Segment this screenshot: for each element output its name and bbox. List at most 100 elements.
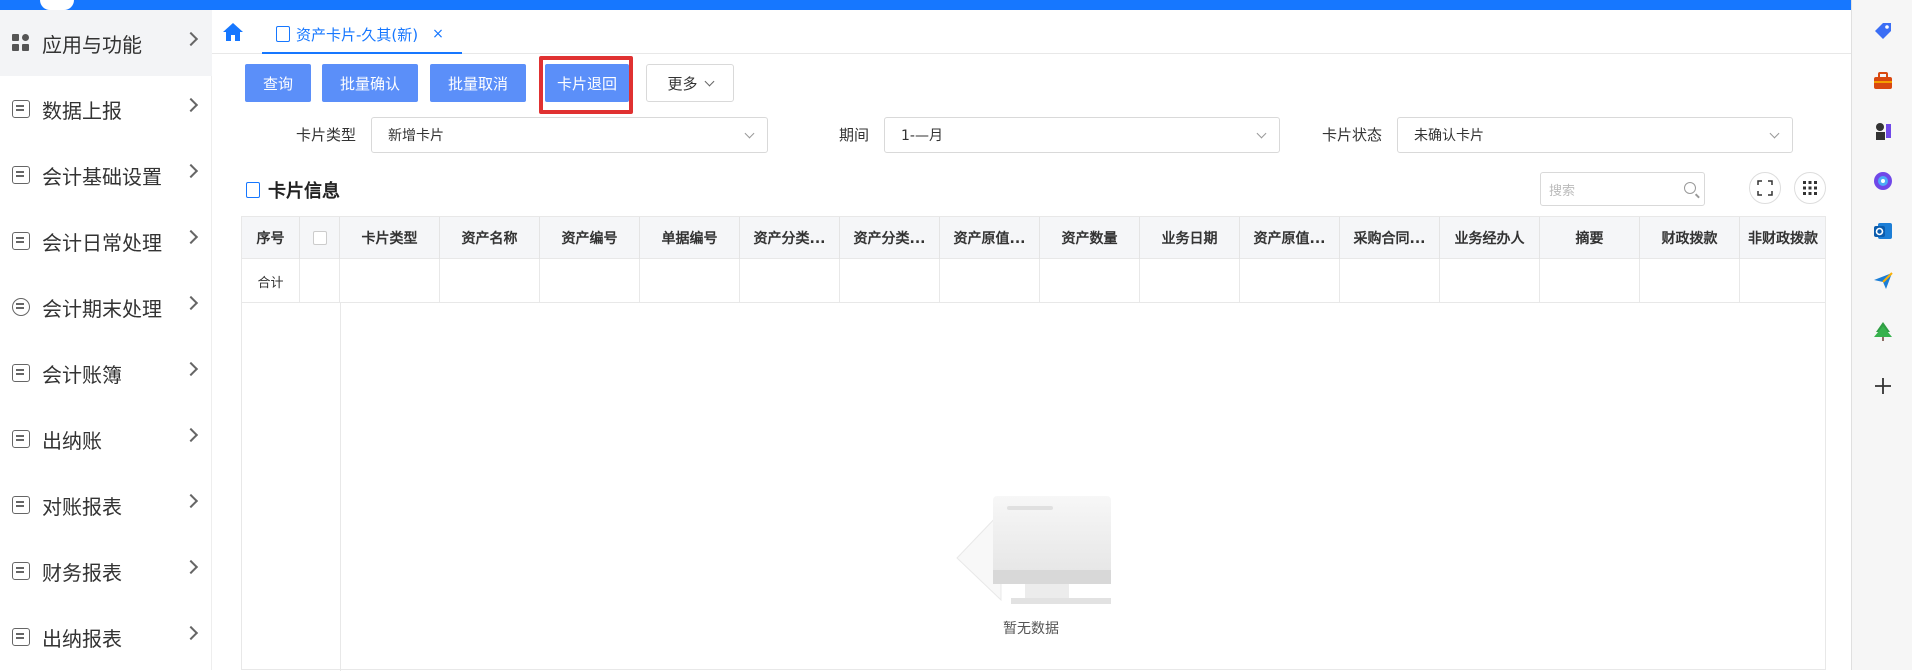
browser-side-rail: [1851, 0, 1912, 670]
tag-icon[interactable]: [1872, 20, 1894, 42]
sidebar-item-daily-process[interactable]: 会计日常处理: [0, 208, 212, 274]
summary-cell: [740, 259, 840, 303]
sidebar-item-cashier-book[interactable]: 出纳账: [0, 406, 212, 472]
card-status-label: 卡片状态: [1322, 126, 1383, 144]
col-non-fiscal-appropriation[interactable]: 非财政拨款: [1740, 217, 1826, 259]
close-icon[interactable]: ×: [432, 26, 444, 42]
card-type-label: 卡片类型: [296, 126, 357, 144]
column-settings-button[interactable]: [1794, 172, 1826, 204]
summary-cell: [540, 259, 640, 303]
summary-cell: [300, 259, 340, 303]
col-asset-code[interactable]: 资产编号: [540, 217, 640, 259]
sidebar-item-apps[interactable]: 应用与功能: [0, 10, 212, 76]
tab-asset-card[interactable]: 资产卡片-久其(新) ×: [262, 16, 462, 54]
query-button[interactable]: 查询: [245, 64, 311, 102]
summary-cell: [1040, 259, 1140, 303]
batch-confirm-button[interactable]: 批量确认: [322, 64, 418, 102]
cashier-report-icon: [12, 628, 30, 646]
select-all-checkbox[interactable]: [312, 231, 327, 245]
sidebar-item-label: 应用与功能: [42, 32, 142, 57]
finance-report-icon: [12, 562, 30, 580]
sidebar-item-label: 会计基础设置: [42, 164, 162, 189]
col-purchase-contract[interactable]: 采购合同...: [1340, 217, 1440, 259]
card-type-select[interactable]: 新增卡片: [371, 117, 768, 153]
chevron-right-icon: [183, 361, 199, 377]
col-asset-class-1[interactable]: 资产分类...: [740, 217, 840, 259]
col-asset-quantity[interactable]: 资产数量: [1040, 217, 1140, 259]
col-select-all[interactable]: [300, 217, 340, 259]
batch-cancel-button[interactable]: 批量取消: [430, 64, 526, 102]
summary-cell: [840, 259, 940, 303]
col-card-type[interactable]: 卡片类型: [340, 217, 440, 259]
sidebar-item-label: 出纳报表: [42, 626, 122, 651]
summary-cell: [1140, 259, 1240, 303]
chevron-down-icon: [1769, 128, 1780, 139]
empty-state-text: 暂无数据: [1003, 621, 1059, 637]
summary-cell: [1340, 259, 1440, 303]
col-asset-name[interactable]: 资产名称: [440, 217, 540, 259]
search-icon[interactable]: [1684, 182, 1696, 194]
summary-cell: [640, 259, 740, 303]
summary-cell: [1540, 259, 1640, 303]
sidebar-item-ledger[interactable]: 会计账簿: [0, 340, 212, 406]
more-dropdown-button[interactable]: 更多: [646, 64, 734, 102]
briefcase-icon[interactable]: [1872, 70, 1894, 92]
col-doc-number[interactable]: 单据编号: [640, 217, 740, 259]
cashier-book-icon: [12, 430, 30, 448]
fullscreen-button[interactable]: [1749, 172, 1781, 204]
sidebar-item-data-report[interactable]: 数据上报: [0, 76, 212, 142]
copilot-icon[interactable]: [1872, 170, 1894, 192]
col-original-value-2[interactable]: 资产原值...: [1240, 217, 1340, 259]
card-status-select[interactable]: 未确认卡片: [1397, 117, 1793, 153]
col-index: 序号: [242, 217, 300, 259]
outlook-icon[interactable]: [1872, 220, 1894, 242]
period-select[interactable]: 1-—月: [884, 117, 1280, 153]
chevron-right-icon: [183, 493, 199, 509]
period-label: 期间: [839, 126, 870, 144]
sidebar-item-finance-report[interactable]: 财务报表: [0, 538, 212, 604]
chevron-right-icon: [183, 31, 199, 47]
sidebar-item-label: 财务报表: [42, 560, 122, 585]
col-handler[interactable]: 业务经办人: [1440, 217, 1540, 259]
reconciliation-icon: [12, 496, 30, 514]
summary-cell: [1440, 259, 1540, 303]
card-type-value: 新增卡片: [388, 128, 444, 144]
tree-icon[interactable]: [1872, 320, 1894, 342]
sidebar-item-label: 会计日常处理: [42, 230, 162, 255]
summary-cell: [1640, 259, 1740, 303]
section-title: 卡片信息: [246, 177, 340, 203]
col-original-value-1[interactable]: 资产原值...: [940, 217, 1040, 259]
summary-cell: [1240, 259, 1340, 303]
summary-cell: [340, 259, 440, 303]
plus-icon[interactable]: [1872, 375, 1894, 397]
send-icon[interactable]: [1872, 270, 1894, 292]
sidebar-item-label: 对账报表: [42, 494, 122, 519]
period-value: 1-—月: [901, 128, 943, 144]
search-input[interactable]: 搜索: [1540, 172, 1705, 206]
col-asset-class-2[interactable]: 资产分类...: [840, 217, 940, 259]
chevron-right-icon: [183, 427, 199, 443]
home-icon[interactable]: [222, 22, 244, 42]
list-icon: [246, 182, 260, 198]
sidebar-item-label: 会计期末处理: [42, 296, 162, 321]
col-fiscal-appropriation[interactable]: 财政拨款: [1640, 217, 1740, 259]
more-label: 更多: [667, 74, 698, 93]
sidebar-item-cashier-report[interactable]: 出纳报表: [0, 604, 212, 670]
ledger-icon: [12, 364, 30, 382]
search-placeholder: 搜索: [1549, 183, 1576, 199]
chevron-down-icon: [1256, 128, 1267, 139]
summary-cell: [940, 259, 1040, 303]
col-business-date[interactable]: 业务日期: [1140, 217, 1240, 259]
chevron-right-icon: [183, 559, 199, 575]
sidebar-item-label: 出纳账: [42, 428, 102, 453]
col-summary[interactable]: 摘要: [1540, 217, 1640, 259]
chess-icon[interactable]: [1872, 120, 1894, 142]
chevron-down-icon: [744, 128, 755, 139]
sidebar-item-label: 会计账簿: [42, 362, 122, 387]
sidebar-item-period-end[interactable]: 会计期末处理: [0, 274, 212, 340]
chevron-right-icon: [183, 295, 199, 311]
tab-bar: 资产卡片-久其(新) ×: [212, 10, 1851, 54]
card-status-value: 未确认卡片: [1414, 128, 1484, 144]
sidebar-item-basic-settings[interactable]: 会计基础设置: [0, 142, 212, 208]
sidebar-item-reconciliation[interactable]: 对账报表: [0, 472, 212, 538]
